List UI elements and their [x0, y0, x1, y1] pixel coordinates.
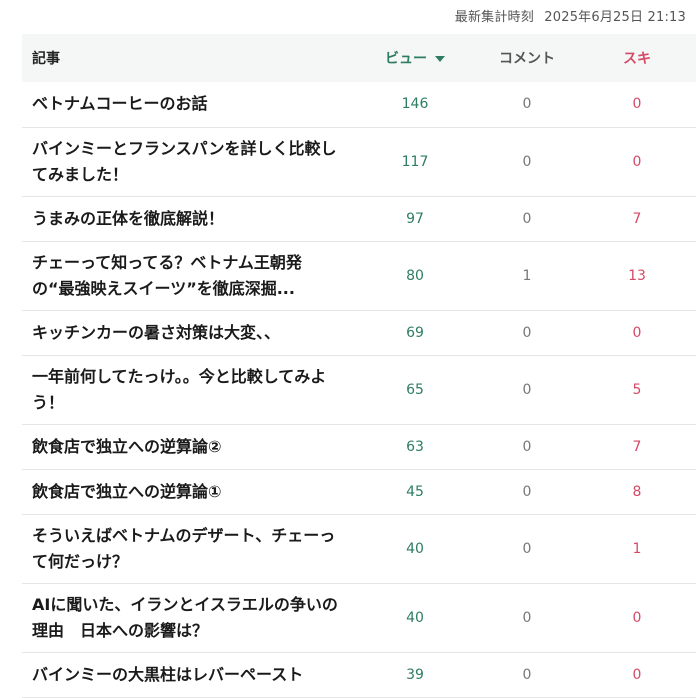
- views-count: 65: [406, 381, 424, 398]
- last-updated: 最新集計時刻 2025年6月25日 21:13: [455, 6, 686, 25]
- views-count: 146: [401, 96, 429, 113]
- article-title-link[interactable]: キッチンカーの暑さ対策は大変、、: [22, 310, 354, 355]
- article-title-link[interactable]: 飲食店で独立への逆算論②: [22, 424, 354, 469]
- table-header-row: 記事 ビュー コメント スキ: [22, 34, 696, 82]
- comments-count: 0: [522, 609, 532, 626]
- likes-count: 7: [632, 210, 642, 227]
- column-header-title: 記事: [32, 51, 60, 67]
- likes-count: 0: [632, 609, 642, 626]
- article-title-link[interactable]: そういえばベトナムのデザート、チェーって何だっけ？: [22, 514, 354, 583]
- caret-down-icon: [435, 56, 445, 62]
- article-stats-table: 記事 ビュー コメント スキ ベトナムコーヒーのお話 146 0 0 バインミー…: [22, 34, 696, 698]
- article-title-link[interactable]: チェーって知ってる？ベトナム王朝発の“最強映えスイーツ”を徹底深掘...: [22, 241, 354, 310]
- article-title-link[interactable]: AIに聞いた、イランとイスラエルの争いの理由 日本への影響は？: [22, 583, 354, 652]
- comments-count: 0: [522, 153, 532, 170]
- views-count: 45: [406, 483, 424, 500]
- likes-count: 0: [632, 153, 642, 170]
- comments-count: 0: [522, 96, 532, 113]
- views-count: 40: [406, 609, 424, 626]
- likes-count: 7: [632, 438, 642, 455]
- column-header-comments[interactable]: コメント: [476, 34, 578, 82]
- column-header-likes[interactable]: スキ: [578, 34, 696, 82]
- article-title-link[interactable]: 一年前何してたっけ。。今と比較してみよう！: [22, 355, 354, 424]
- article-title-link[interactable]: うまみの正体を徹底解説！: [22, 196, 354, 241]
- table-row: AIに聞いた、イランとイスラエルの争いの理由 日本への影響は？ 40 0 0: [22, 583, 696, 652]
- table-row: キッチンカーの暑さ対策は大変、、 69 0 0: [22, 310, 696, 355]
- likes-count: 0: [632, 666, 642, 683]
- table-row: そういえばベトナムのデザート、チェーって何だっけ？ 40 0 1: [22, 514, 696, 583]
- last-updated-label: 最新集計時刻: [454, 10, 534, 25]
- views-count: 117: [401, 153, 429, 170]
- article-title-link[interactable]: バインミーとフランスパンを詳しく比較してみました！: [22, 127, 354, 196]
- table-row: ベトナムコーヒーのお話 146 0 0: [22, 82, 696, 127]
- stats-table-container: 記事 ビュー コメント スキ ベトナムコーヒーのお話 146 0 0 バインミー…: [22, 34, 696, 698]
- comments-count: 0: [522, 540, 532, 557]
- views-count: 80: [406, 267, 424, 284]
- article-title-link[interactable]: ベトナムコーヒーのお話: [22, 82, 354, 127]
- likes-count: 0: [632, 96, 642, 113]
- table-row: 一年前何してたっけ。。今と比較してみよう！ 65 0 5: [22, 355, 696, 424]
- article-title-link[interactable]: 飲食店で独立への逆算論①: [22, 469, 354, 514]
- views-count: 69: [406, 324, 424, 341]
- table-row: うまみの正体を徹底解説！ 97 0 7: [22, 196, 696, 241]
- table-row: チェーって知ってる？ベトナム王朝発の“最強映えスイーツ”を徹底深掘... 80 …: [22, 241, 696, 310]
- comments-count: 0: [522, 666, 532, 683]
- likes-count: 1: [632, 540, 642, 557]
- comments-count: 0: [522, 381, 532, 398]
- comments-count: 0: [522, 483, 532, 500]
- table-row: バインミーの大黒柱はレバーペースト 39 0 0: [22, 652, 696, 697]
- table-row: バインミーとフランスパンを詳しく比較してみました！ 117 0 0: [22, 127, 696, 196]
- comments-count: 0: [522, 324, 532, 341]
- column-header-views[interactable]: ビュー: [354, 34, 476, 82]
- comments-count: 0: [522, 438, 532, 455]
- views-count: 63: [406, 438, 424, 455]
- table-row: 飲食店で独立への逆算論① 45 0 8: [22, 469, 696, 514]
- likes-count: 13: [628, 267, 646, 284]
- likes-count: 8: [632, 483, 642, 500]
- column-header-views-label: ビュー: [385, 51, 427, 67]
- last-updated-value: 2025年6月25日 21:13: [544, 10, 686, 25]
- comments-count: 0: [522, 210, 532, 227]
- likes-count: 0: [632, 324, 642, 341]
- views-count: 97: [406, 210, 424, 227]
- comments-count: 1: [522, 267, 532, 284]
- table-row: 飲食店で独立への逆算論② 63 0 7: [22, 424, 696, 469]
- likes-count: 5: [632, 381, 642, 398]
- article-title-link[interactable]: バインミーの大黒柱はレバーペースト: [22, 652, 354, 697]
- views-count: 40: [406, 540, 424, 557]
- views-count: 39: [406, 666, 424, 683]
